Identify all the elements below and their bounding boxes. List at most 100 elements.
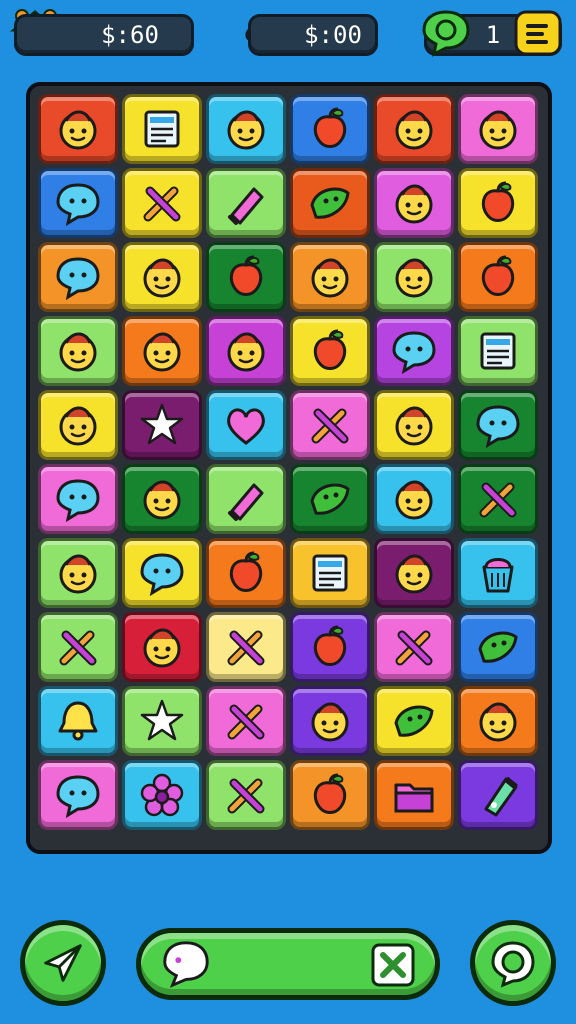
fruit-icon	[313, 773, 347, 814]
board-tile[interactable]	[206, 538, 286, 608]
board-tile[interactable]	[290, 390, 370, 460]
fruit-icon	[313, 329, 347, 370]
bubble-icon	[56, 479, 100, 523]
heart-icon	[227, 408, 265, 445]
board-tile[interactable]	[38, 760, 118, 830]
board-tile[interactable]	[38, 94, 118, 164]
chat-input-bar[interactable]	[136, 928, 440, 1000]
board-tile[interactable]	[458, 168, 538, 238]
board-tile[interactable]	[374, 94, 454, 164]
board-tile[interactable]	[38, 390, 118, 460]
board-tile[interactable]	[290, 686, 370, 756]
close-button[interactable]	[371, 943, 415, 987]
board-tile[interactable]	[374, 686, 454, 756]
book-icon	[480, 332, 516, 370]
fruit-icon	[313, 625, 347, 666]
bubble-icon	[56, 183, 100, 227]
face-icon	[227, 110, 265, 150]
board-tile[interactable]	[122, 760, 202, 830]
fruit-icon	[481, 255, 515, 296]
chat-bubble-icon[interactable]	[420, 6, 472, 58]
face-icon	[311, 702, 349, 742]
menu-icon[interactable]	[512, 6, 564, 58]
board-tile[interactable]	[374, 316, 454, 386]
level-value: 1	[485, 21, 501, 49]
board-tile[interactable]	[122, 94, 202, 164]
face-icon	[143, 332, 181, 372]
board-tile[interactable]	[458, 464, 538, 534]
board-tile[interactable]	[122, 538, 202, 608]
face-icon	[395, 184, 433, 224]
board-tile[interactable]	[458, 316, 538, 386]
board-tile[interactable]	[290, 242, 370, 312]
board-tile[interactable]	[374, 168, 454, 238]
board-tile[interactable]	[374, 612, 454, 682]
leaf-icon	[394, 705, 434, 737]
face-icon	[59, 110, 97, 150]
board-tile[interactable]	[374, 538, 454, 608]
board-tile[interactable]	[38, 464, 118, 534]
book-icon	[312, 554, 348, 592]
board-tile[interactable]	[458, 94, 538, 164]
send-button[interactable]	[20, 920, 106, 1006]
folder-icon	[394, 783, 434, 813]
board-tile[interactable]	[290, 168, 370, 238]
board-tile[interactable]	[206, 168, 286, 238]
board-tile[interactable]	[290, 316, 370, 386]
board-tile[interactable]	[38, 242, 118, 312]
face-icon	[59, 406, 97, 446]
face-icon	[395, 554, 433, 594]
board-tile[interactable]	[206, 316, 286, 386]
board-tile[interactable]	[122, 464, 202, 534]
board-tile[interactable]	[458, 760, 538, 830]
board-tile[interactable]	[122, 316, 202, 386]
fruit-icon	[313, 107, 347, 148]
board-tile[interactable]	[290, 612, 370, 682]
board-tile[interactable]	[374, 242, 454, 312]
cash-value: $:60	[101, 21, 159, 49]
board-tile[interactable]	[458, 390, 538, 460]
board-tile[interactable]	[38, 168, 118, 238]
board-tile[interactable]	[206, 686, 286, 756]
ruler-icon	[228, 483, 264, 521]
board-tile[interactable]	[206, 94, 286, 164]
board-tile[interactable]	[206, 242, 286, 312]
fruit-icon	[229, 551, 263, 592]
board-tile[interactable]	[122, 242, 202, 312]
face-icon	[143, 258, 181, 298]
tools-icon	[479, 482, 517, 518]
close-icon	[371, 943, 415, 987]
face-icon	[59, 554, 97, 594]
board-tile[interactable]	[38, 538, 118, 608]
board-tile[interactable]	[290, 760, 370, 830]
board-tile[interactable]	[122, 390, 202, 460]
board-tile[interactable]	[206, 464, 286, 534]
bubble-icon	[140, 553, 184, 597]
ruler-icon	[228, 187, 264, 225]
board-tile[interactable]	[458, 686, 538, 756]
board-tile[interactable]	[290, 538, 370, 608]
board-tile[interactable]	[38, 612, 118, 682]
leaf-icon	[478, 631, 518, 663]
tools-icon	[227, 630, 265, 666]
board-tile[interactable]	[206, 390, 286, 460]
board-tile[interactable]	[206, 760, 286, 830]
cash-counter: $:60	[14, 14, 194, 56]
board-tile[interactable]	[122, 612, 202, 682]
board-tile[interactable]	[458, 538, 538, 608]
board-tile[interactable]	[374, 760, 454, 830]
search-button[interactable]	[470, 920, 556, 1006]
face-icon	[395, 258, 433, 298]
board-tile[interactable]	[458, 242, 538, 312]
board-tile[interactable]	[458, 612, 538, 682]
board-tile[interactable]	[38, 686, 118, 756]
board-tile[interactable]	[206, 612, 286, 682]
board-tile[interactable]	[38, 316, 118, 386]
board-tile[interactable]	[374, 464, 454, 534]
board-tile[interactable]	[290, 94, 370, 164]
tools-icon	[143, 186, 181, 222]
board-tile[interactable]	[122, 168, 202, 238]
board-tile[interactable]	[122, 686, 202, 756]
board-tile[interactable]	[290, 464, 370, 534]
board-tile[interactable]	[374, 390, 454, 460]
